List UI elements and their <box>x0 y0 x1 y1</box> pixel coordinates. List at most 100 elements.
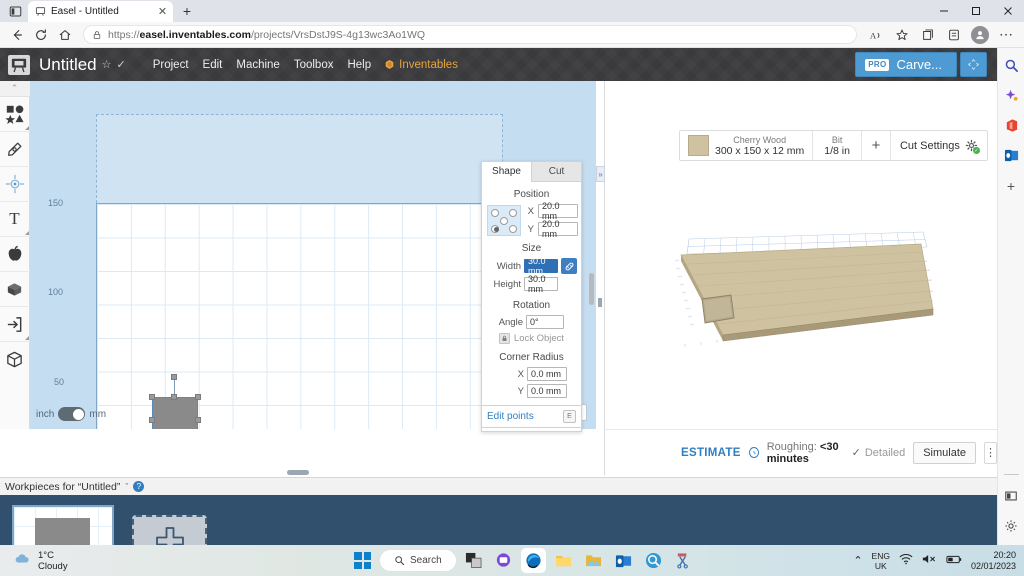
selected-shape-rectangle[interactable] <box>152 397 198 429</box>
panel-resize-grip[interactable] <box>598 298 602 307</box>
angle-input[interactable]: 0° <box>526 315 564 329</box>
start-button[interactable] <box>350 548 375 573</box>
three-d-shape-tool-button[interactable] <box>0 272 30 307</box>
tab-cut[interactable]: Cut <box>531 162 581 182</box>
snipping-tool-icon[interactable] <box>671 548 696 573</box>
task-view-icon[interactable] <box>461 548 486 573</box>
chevron-up-icon[interactable]: ⌃ <box>853 554 862 567</box>
add-bit-button[interactable]: + <box>862 131 891 160</box>
lock-object-row[interactable]: Lock Object <box>482 333 581 344</box>
cut-settings-button[interactable]: Cut Settings ✓ <box>891 131 987 160</box>
handle-mid-right[interactable] <box>195 417 201 423</box>
pen-tool-button[interactable] <box>0 132 30 167</box>
tab-actions-icon[interactable] <box>4 1 26 21</box>
unit-toggle[interactable]: inch mm <box>36 407 106 421</box>
browser-tab[interactable]: Easel - Untitled ✕ <box>28 1 173 22</box>
window-minimize-button[interactable] <box>928 0 960 22</box>
carve-button[interactable]: PRO Carve... <box>855 52 957 77</box>
material-selector[interactable]: Cherry Wood 300 x 150 x 12 mm <box>680 131 814 160</box>
new-tab-button[interactable]: + <box>177 1 197 21</box>
import-tool-button[interactable] <box>0 307 30 342</box>
shapes-tool-button[interactable] <box>0 97 30 132</box>
handle-top-left[interactable] <box>149 394 155 400</box>
material-work-area[interactable] <box>96 203 503 429</box>
profile-avatar[interactable] <box>971 25 989 44</box>
easel-logo-icon[interactable] <box>8 54 30 75</box>
file-explorer-icon[interactable] <box>551 548 576 573</box>
position-x-input[interactable]: 20.0 mm <box>538 201 578 221</box>
position-y-input[interactable]: 20.0 mm <box>538 219 578 239</box>
link-icon[interactable] <box>561 258 577 274</box>
handle-top-right[interactable] <box>195 394 201 400</box>
weather-widget[interactable]: 1°C Cloudy <box>0 550 68 572</box>
tab-close-icon[interactable]: ✕ <box>156 5 169 18</box>
text-tool-button[interactable]: T <box>0 202 30 237</box>
refresh-icon[interactable] <box>30 24 52 46</box>
settings-gear-icon[interactable] <box>1002 516 1021 535</box>
cube-tool-button[interactable] <box>0 342 30 377</box>
inventables-link[interactable]: Inventables <box>384 59 458 71</box>
browser-essentials-icon[interactable] <box>942 24 966 46</box>
simulate-button[interactable]: Simulate <box>913 441 976 464</box>
handle-mid-left[interactable] <box>149 417 155 423</box>
volume-mute-icon[interactable] <box>922 553 937 568</box>
back-icon[interactable] <box>6 24 28 46</box>
copilot-icon[interactable] <box>1002 86 1021 105</box>
handle-top-center[interactable] <box>171 394 177 400</box>
height-input[interactable]: 30.0 mm <box>524 274 558 294</box>
split-screen-icon[interactable] <box>1002 486 1021 505</box>
rail-collapse-icon[interactable]: ⌃ <box>0 81 30 97</box>
edit-points-bar[interactable]: Edit points E <box>481 405 582 428</box>
more-options-icon[interactable]: ⋯ <box>994 24 1018 46</box>
battery-icon[interactable] <box>946 554 962 568</box>
add-sidebar-icon[interactable]: + <box>1002 176 1021 195</box>
anchor-top-left[interactable] <box>491 208 499 217</box>
window-maximize-button[interactable] <box>960 0 992 22</box>
position-anchor-selector[interactable] <box>487 204 521 236</box>
unit-toggle-switch[interactable] <box>58 407 86 421</box>
anchor-top-right[interactable] <box>509 208 517 217</box>
fullscreen-expand-icon[interactable] <box>960 52 987 77</box>
corner-radius-x-input[interactable]: 0.0 mm <box>527 367 567 381</box>
bit-selector[interactable]: Bit 1/8 in <box>813 131 862 160</box>
address-bar[interactable]: https://easel.inventables.com/projects/V… <box>83 25 857 44</box>
help-icon[interactable]: ? <box>133 481 145 492</box>
corner-radius-y-input[interactable]: 0.0 mm <box>527 384 567 398</box>
three-d-preview[interactable]: Cherry Wood 300 x 150 x 12 mm Bit 1/8 in… <box>604 81 997 429</box>
favorite-star-icon[interactable]: ☆ <box>102 58 112 71</box>
panel-collapse-icon[interactable]: » <box>596 166 605 182</box>
window-close-button[interactable] <box>992 0 1024 22</box>
apps-tool-button[interactable] <box>0 237 30 272</box>
menu-toolbox[interactable]: Toolbox <box>287 56 341 74</box>
estimate-more-icon[interactable]: ⋮ <box>984 441 997 464</box>
teams-icon[interactable] <box>491 548 516 573</box>
taskbar-search[interactable]: Search <box>380 550 456 571</box>
sidebar-search-icon[interactable] <box>1002 56 1021 75</box>
tab-shape[interactable]: Shape <box>482 162 531 182</box>
menu-machine[interactable]: Machine <box>229 56 286 74</box>
favorites-star-icon[interactable] <box>890 24 914 46</box>
width-input[interactable]: 30.0 mm <box>524 256 558 276</box>
rotation-handle[interactable] <box>171 374 177 380</box>
read-aloud-icon[interactable]: A <box>864 24 888 46</box>
menu-project[interactable]: Project <box>146 56 196 74</box>
panel-scrollbar-thumb[interactable] <box>589 273 594 305</box>
outlook-taskbar-icon[interactable] <box>611 548 636 573</box>
anchor-center[interactable] <box>500 216 508 225</box>
menu-edit[interactable]: Edit <box>196 56 230 74</box>
wifi-icon[interactable] <box>899 553 913 568</box>
anchor-bottom-left[interactable] <box>491 224 499 233</box>
language-indicator[interactable]: ENG UK <box>872 551 890 571</box>
chevron-down-icon[interactable]: ˇ <box>125 482 128 492</box>
center-target-tool-button[interactable] <box>0 167 30 202</box>
menu-help[interactable]: Help <box>340 56 378 74</box>
outlook-icon[interactable] <box>1002 146 1021 165</box>
photos-icon[interactable] <box>581 548 606 573</box>
anchor-bottom-right[interactable] <box>509 224 517 233</box>
office-icon[interactable] <box>1002 116 1021 135</box>
tray-resize-grip[interactable] <box>287 470 309 475</box>
magnifier-icon[interactable] <box>641 548 666 573</box>
taskbar-clock[interactable]: 20:20 02/01/2023 <box>971 550 1016 572</box>
collections-icon[interactable] <box>916 24 940 46</box>
home-icon[interactable] <box>54 24 76 46</box>
